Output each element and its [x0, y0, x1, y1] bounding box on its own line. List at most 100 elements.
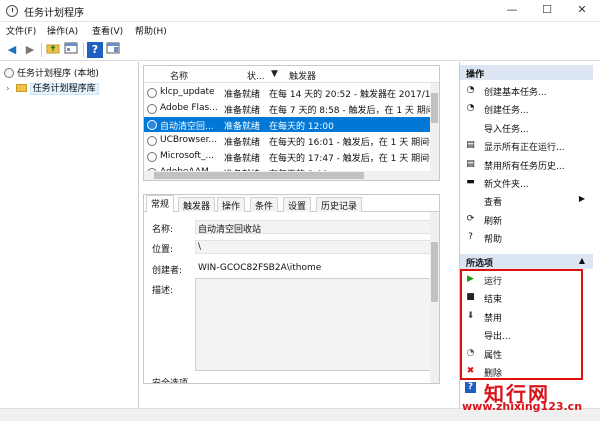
close-button[interactable]: ✕: [565, 0, 599, 22]
back-arrow-icon[interactable]: ◀: [4, 42, 20, 58]
create-task-icon: ◔: [466, 103, 475, 114]
menu-help[interactable]: 帮助(H): [135, 24, 167, 37]
name-label: 名称:: [152, 225, 174, 235]
history-icon: ▤: [466, 158, 475, 169]
task-details-pane: 常规 触发器 操作 条件 设置 历史记录 名称: 自动清空回收站 位置: \ 创…: [143, 194, 440, 384]
task-name: UCBrowser...: [160, 135, 218, 145]
task-status: 准备就绪: [224, 106, 261, 116]
folder-icon: [15, 84, 27, 92]
show-hide-pane-icon[interactable]: [63, 42, 79, 58]
tab-triggers[interactable]: 触发器: [178, 197, 216, 212]
action-item[interactable]: ▬ 新文件夹...: [463, 175, 591, 191]
task-trigger: 在每 7 天的 8:58 - 触发后，在 1 天 期间每: [269, 106, 439, 116]
location-field: [195, 240, 433, 254]
details-vertical-scrollbar[interactable]: [430, 212, 439, 383]
minimize-button[interactable]: —: [495, 0, 529, 22]
action-label: 查看: [484, 198, 503, 209]
tab-actions[interactable]: 操作: [217, 197, 246, 212]
name-value: 自动清空回收站: [198, 225, 262, 235]
action-item[interactable]: ◔ 创建基本任务...: [463, 83, 591, 99]
forward-arrow-icon[interactable]: ▶: [22, 42, 38, 58]
action-label: 帮助: [484, 235, 503, 246]
task-status: 准备就绪: [224, 154, 261, 164]
tab-history[interactable]: 历史记录: [316, 197, 363, 212]
menu-action[interactable]: 操作(A): [47, 24, 78, 37]
column-trigger[interactable]: 触发器: [289, 69, 316, 82]
task-row[interactable]: 自动清空回... 准备就绪 在每天的 12:00: [144, 117, 432, 132]
running-tasks-icon: ▤: [466, 140, 475, 151]
task-row[interactable]: Microsoft_... 准备就绪 在每天的 17:47 - 触发后，在 1 天 …: [144, 149, 439, 164]
refresh-icon: ⟳: [466, 213, 475, 224]
description-field[interactable]: [195, 278, 433, 371]
action-item[interactable]: 查看 ▶: [463, 193, 591, 209]
create-basic-task-icon: ◔: [466, 85, 475, 95]
submenu-arrow-icon: ▶: [578, 194, 585, 204]
expand-chevron-icon[interactable]: ›: [6, 84, 10, 94]
sort-desc-icon: ▼: [271, 69, 278, 79]
action-label: 显示所有正在运行...: [484, 143, 565, 154]
location-value: \: [198, 242, 202, 252]
action-item[interactable]: ▤ 禁用所有任务历史...: [463, 157, 591, 173]
action-label: 禁用所有任务历史...: [484, 161, 565, 172]
help-icon: ?: [465, 382, 476, 393]
tree-item-library[interactable]: › 任务计划程序库: [6, 81, 99, 95]
action-item[interactable]: 导入任务...: [463, 120, 591, 136]
help-icon: ?: [468, 232, 473, 243]
task-icon: [147, 152, 157, 162]
menu-bar: 文件(F) 操作(A) 查看(V) 帮助(H): [0, 22, 600, 39]
new-folder-icon: ▬: [466, 177, 475, 187]
action-item[interactable]: ⟳ 刷新: [463, 212, 591, 228]
selected-item-header[interactable]: 所选项 ▲: [460, 254, 593, 269]
import-icon: [465, 122, 476, 133]
task-status: 准备就绪: [224, 138, 261, 148]
task-icon: [147, 136, 157, 146]
task-trigger: 在每 14 天的 20:52 - 触发器在 2017/1/29: [269, 90, 439, 100]
clock-icon: [4, 68, 14, 78]
actions-header[interactable]: 操作: [460, 65, 593, 80]
task-list-vertical-scrollbar[interactable]: [430, 83, 439, 171]
action-label: 刷新: [484, 216, 503, 227]
task-trigger: 在每天的 12:00: [269, 122, 334, 132]
window-title: 任务计划程序: [24, 8, 84, 19]
task-trigger: 在每天的 16:01 - 触发后，在 1 天 期间每隔: [269, 138, 439, 148]
task-trigger: 在每天的 17:47 - 触发后，在 1 天 期间每隔: [269, 154, 439, 164]
task-icon: [147, 88, 157, 98]
action-label: 新文件夹...: [484, 180, 529, 190]
menu-file[interactable]: 文件(F): [6, 24, 36, 37]
action-item[interactable]: ? 帮助: [463, 230, 591, 246]
highlight-box: [460, 269, 583, 380]
task-row[interactable]: klcp_update 准备就绪 在每 14 天的 20:52 - 触发器在 201…: [144, 85, 439, 100]
maximize-button[interactable]: ☐: [530, 0, 564, 22]
title-bar: 任务计划程序 — ☐ ✕: [0, 0, 600, 22]
column-status[interactable]: 状...: [247, 69, 265, 82]
column-name[interactable]: 名称: [170, 69, 188, 82]
tab-general[interactable]: 常规: [146, 195, 175, 212]
task-row[interactable]: Adobe Flas... 准备就绪 在每 7 天的 8:58 - 触发后，在 1 …: [144, 101, 439, 116]
clock-icon: [6, 5, 18, 17]
action-label: 导入任务...: [484, 124, 529, 135]
author-label: 创建者:: [152, 266, 183, 276]
tab-conditions[interactable]: 条件: [250, 197, 279, 212]
action-item[interactable]: ◔ 创建任务...: [463, 101, 591, 117]
task-row[interactable]: UCBrowser... 准备就绪 在每天的 16:01 - 触发后，在 1 天 期…: [144, 133, 439, 148]
task-name: klcp_update: [160, 87, 215, 97]
menu-view[interactable]: 查看(V): [92, 24, 123, 37]
task-name: Adobe Flas...: [160, 103, 218, 113]
task-icon: [147, 120, 157, 130]
task-status: 准备就绪: [224, 122, 261, 132]
navigation-tree: 任务计划程序 (本地) › 任务计划程序库: [0, 62, 139, 408]
action-pane-icon[interactable]: [105, 42, 121, 58]
up-folder-icon[interactable]: [45, 42, 61, 58]
task-list-horizontal-scrollbar[interactable]: [144, 171, 439, 180]
help-icon[interactable]: ?: [87, 42, 103, 58]
action-label: 创建基本任务...: [484, 88, 547, 98]
collapse-caret-icon[interactable]: ▲: [579, 256, 585, 265]
description-label: 描述:: [152, 286, 174, 296]
location-label: 位置:: [152, 245, 174, 255]
task-icon: [147, 104, 157, 114]
task-name: 自动清空回...: [160, 122, 214, 132]
tree-item-root[interactable]: 任务计划程序 (本地): [4, 66, 99, 80]
action-item[interactable]: ▤ 显示所有正在运行...: [463, 138, 591, 154]
toolbar: ◀ ▶ ?: [0, 39, 600, 61]
tab-settings[interactable]: 设置: [283, 197, 312, 212]
